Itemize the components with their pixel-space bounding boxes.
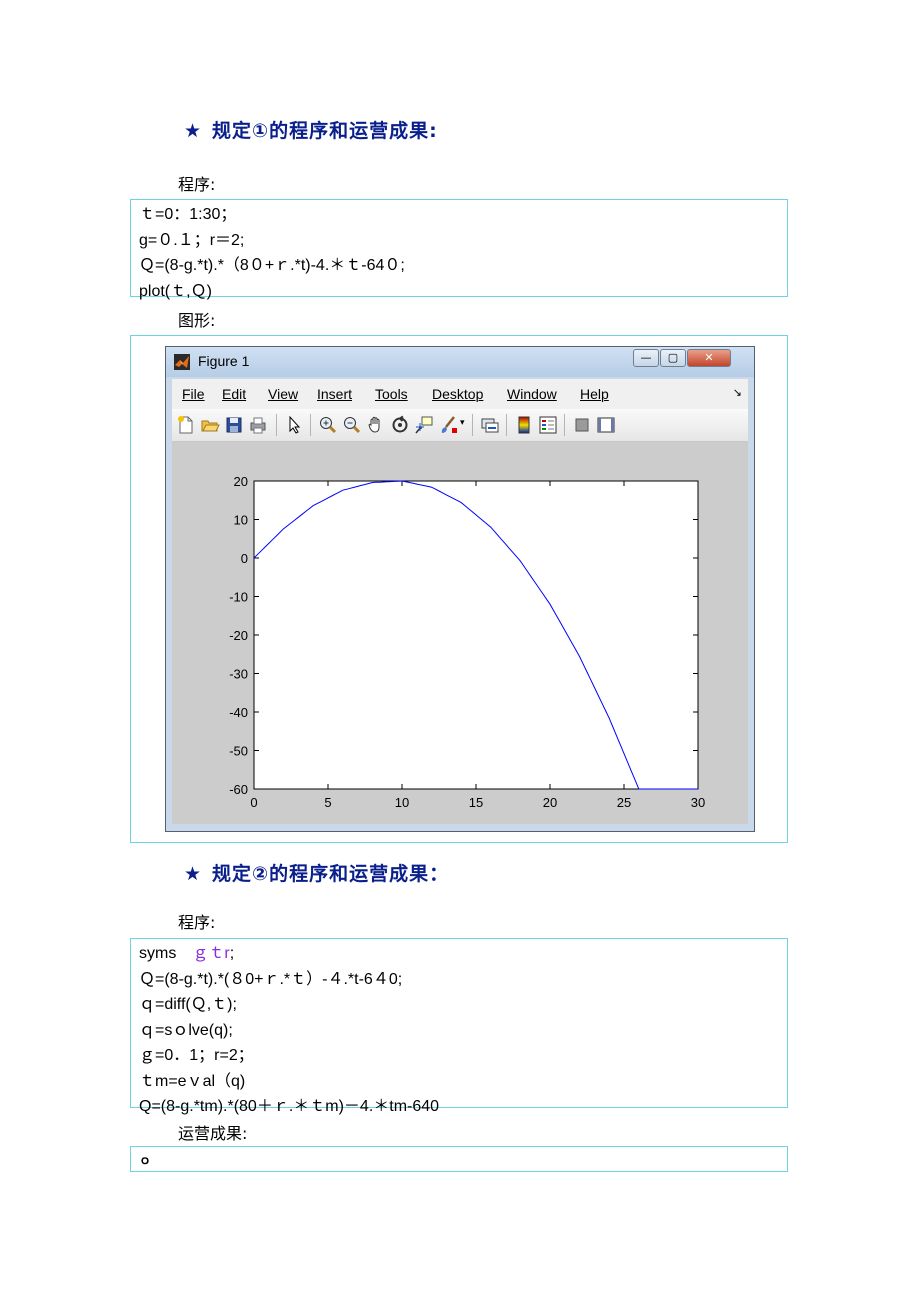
y-tick-label: -10 (229, 590, 248, 605)
zoom-in-icon[interactable] (318, 415, 338, 435)
code-line: Ｑ=(8-g.*t).*（8０+ｒ.*t)-4.＊ｔ-64０; (139, 257, 405, 274)
x-tick-label: 0 (250, 795, 257, 810)
y-tick-label: 0 (241, 551, 248, 566)
link-plot-icon[interactable] (480, 415, 500, 435)
code-line: Ｑ=(8-g.*t).*(８0+ｒ.*ｔ）-４.*t-6４0; (139, 970, 403, 988)
title-bar[interactable]: Figure 1 — ▢ ✕ (166, 347, 754, 377)
toolbar-separator (506, 414, 507, 436)
x-tick-label: 15 (469, 795, 483, 810)
x-tick-label: 5 (324, 795, 331, 810)
dock-arrow-icon[interactable]: ↘ (733, 386, 742, 399)
legend-icon[interactable] (538, 415, 558, 435)
toolbar-separator (564, 414, 565, 436)
rotate-3d-icon[interactable] (390, 415, 410, 435)
figure-label: 图形: (178, 311, 216, 330)
code-block-1: ｔ=0：1:30； g=０.１；r＝2; Ｑ=(8-g.*t).*（8０+ｒ.*… (130, 199, 788, 300)
section1-title: 规定①的程序和运营成果: (212, 120, 438, 142)
colorbar-icon[interactable] (514, 415, 534, 435)
menu-window[interactable]: Window (507, 386, 557, 402)
plot-area: 0 5 10 15 20 25 30 20 10 0 -10 -20 -30 -40 -50 -60 (172, 442, 748, 824)
toolbar-separator (276, 414, 277, 436)
code-line: ｑ=diff(Ｑ,ｔ); (139, 996, 237, 1013)
code-content-1: ｔ=0：1:30； g=０.１；r＝2; Ｑ=(8-g.*t).*（8０+ｒ.*… (131, 200, 787, 306)
x-tick-label: 20 (543, 795, 557, 810)
y-tick-label: -30 (229, 667, 248, 682)
figure-toolbar: ▾ (172, 409, 748, 442)
x-tick-label: 30 (691, 795, 705, 810)
matlab-logo-icon (174, 354, 190, 370)
code-line: ｇ=0．1；r=2； (139, 1047, 254, 1064)
code-line: plot(ｔ,Ｑ) (139, 282, 212, 300)
program-label-1: 程序: (178, 175, 216, 194)
print-icon[interactable] (248, 415, 268, 435)
menu-insert[interactable]: Insert (317, 386, 352, 402)
code-line: Q=(8-g.*tm).*(80＋ｒ.＊ｔm)－4.＊tm-640 (139, 1098, 440, 1115)
code-block-2: syms ｇｔr; Ｑ=(8-g.*t).*(８0+ｒ.*ｔ）-４.*t-6４0… (130, 938, 788, 1115)
window-title: Figure 1 (198, 353, 250, 369)
result-block: ｏ (130, 1146, 788, 1172)
close-button[interactable]: ✕ (687, 349, 731, 367)
section1-heading: ★ 规定①的程序和运营成果: (184, 116, 438, 143)
star-icon: ★ (184, 863, 203, 885)
brush-icon[interactable] (438, 415, 458, 435)
y-tick-label: -20 (229, 628, 248, 643)
open-folder-icon[interactable] (200, 415, 220, 435)
program-label-2: 程序: (178, 913, 216, 932)
star-icon: ★ (184, 120, 203, 142)
show-tools-icon[interactable] (596, 415, 616, 435)
toolbar-separator (472, 414, 473, 436)
minimize-button[interactable]: — (633, 349, 659, 367)
menu-view[interactable]: View (268, 386, 298, 402)
code-content-2: syms ｇｔr; Ｑ=(8-g.*t).*(８0+ｒ.*ｔ）-４.*t-6４0… (131, 939, 787, 1122)
menu-desktop[interactable]: Desktop (432, 386, 483, 402)
section2-title: 规定②的程序和运营成果： (212, 863, 450, 885)
line-chart: 0 5 10 15 20 25 30 20 10 0 -10 -20 -30 -40 -50 -60 (229, 474, 705, 810)
code-segment: ; (229, 945, 235, 962)
result-label: 运营成果: (178, 1124, 248, 1143)
y-tick-label: -50 (229, 744, 248, 759)
zoom-out-icon[interactable] (342, 415, 362, 435)
result-text: ｏ (139, 1153, 152, 1167)
code-line: g=０.１；r＝2; (139, 231, 245, 249)
hide-tools-icon[interactable] (572, 415, 592, 435)
menu-bar: File Edit View Insert Tools Desktop Wind… (172, 379, 748, 409)
menu-tools[interactable]: Tools (375, 386, 408, 402)
save-icon[interactable] (224, 415, 244, 435)
code-line: ｔm=eｖal（q) (139, 1072, 246, 1090)
code-line: ｑ=sｏlve(q); (139, 1021, 233, 1039)
y-tick-label: 10 (234, 513, 248, 528)
brush-dropdown-icon[interactable]: ▾ (460, 418, 465, 428)
menu-edit[interactable]: Edit (222, 386, 246, 402)
axes-box (253, 480, 699, 790)
pan-hand-icon[interactable] (366, 415, 386, 435)
y-tick-label: -60 (229, 782, 248, 797)
y-tick-label: -40 (229, 705, 248, 720)
y-tick-label: 20 (234, 474, 248, 489)
data-cursor-icon[interactable] (414, 415, 434, 435)
pointer-icon[interactable] (284, 415, 304, 435)
result-content: ｏ (131, 1147, 787, 1173)
toolbar-separator (310, 414, 311, 436)
code-line: ｔ=0：1:30； (139, 206, 237, 223)
figure-window: Figure 1 — ▢ ✕ File Edit View Insert Too… (165, 346, 755, 832)
menu-help[interactable]: Help (580, 386, 609, 402)
menu-file[interactable]: File (182, 386, 205, 402)
maximize-button[interactable]: ▢ (660, 349, 686, 367)
code-line: syms ｇｔr; (139, 941, 779, 967)
x-tick-label: 25 (617, 795, 631, 810)
section2-heading: ★ 规定②的程序和运营成果： (184, 859, 449, 886)
code-segment-highlight: ｇｔr (192, 945, 230, 962)
x-tick-label: 10 (395, 795, 409, 810)
code-segment: syms (139, 945, 193, 962)
new-file-icon[interactable] (176, 415, 196, 435)
figure-box: Figure 1 — ▢ ✕ File Edit View Insert Too… (130, 335, 788, 843)
